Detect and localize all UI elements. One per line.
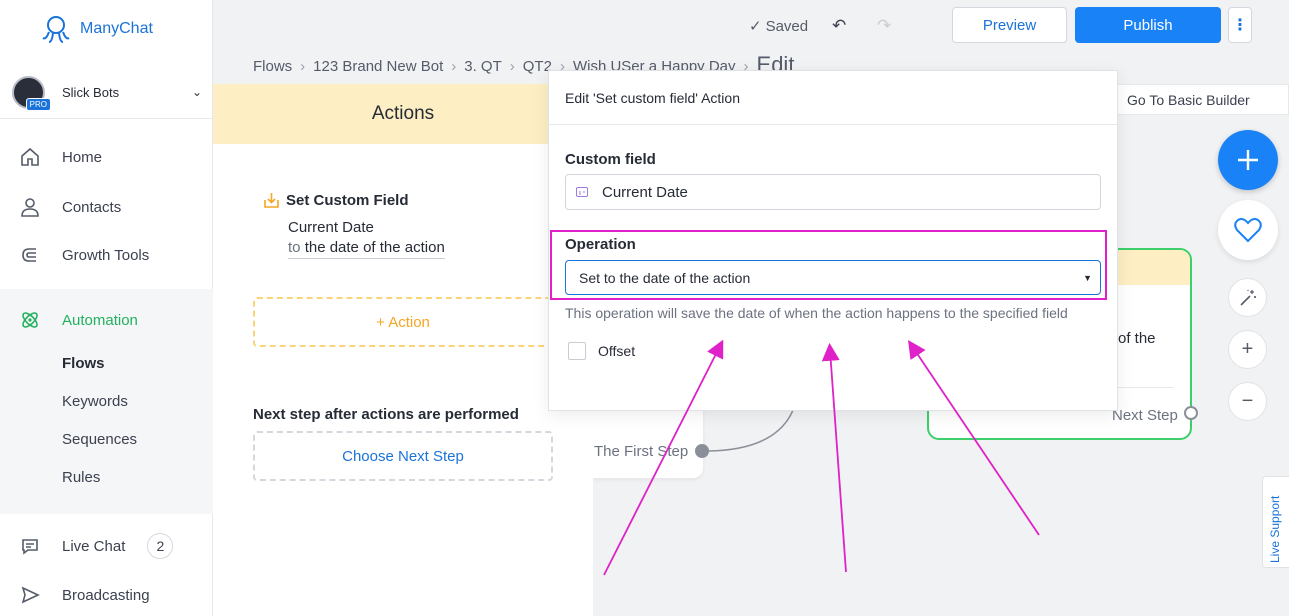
add-action-button[interactable]: + Action (253, 297, 553, 347)
next-step-label: Next Step (1112, 407, 1178, 424)
actions-panel-title: Actions (213, 84, 593, 144)
operation-help-text: This operation will save the date of whe… (565, 305, 1068, 321)
plus-icon: + (1241, 338, 1254, 360)
plus-icon (1238, 150, 1258, 170)
next-step-connector[interactable] (1184, 406, 1198, 420)
download-icon (264, 193, 279, 208)
live-support-tab[interactable]: Live Support (1262, 476, 1289, 568)
offset-option[interactable]: Offset (568, 342, 635, 360)
minus-icon: − (1241, 390, 1254, 412)
zoom-out-button[interactable]: − (1228, 382, 1267, 421)
favorite-button[interactable] (1218, 200, 1278, 260)
offset-checkbox[interactable] (568, 342, 586, 360)
action-to-label: to (288, 239, 301, 256)
popover-title: Edit 'Set custom field' Action (549, 71, 1117, 125)
action-value: to the date of the action (288, 239, 445, 259)
offset-label: Offset (598, 343, 636, 359)
zoom-in-button[interactable]: + (1228, 330, 1267, 369)
add-node-button[interactable] (1218, 130, 1278, 190)
choose-next-step-button[interactable]: Choose Next Step (253, 431, 553, 481)
action-title: Set Custom Field (263, 192, 445, 209)
calendar-field-icon (576, 187, 588, 197)
custom-field-value: Current Date (602, 183, 688, 201)
connector-dot[interactable] (695, 444, 709, 458)
custom-field-input[interactable]: Current Date (565, 174, 1101, 210)
set-custom-field-action[interactable]: Set Custom Field Current Date to the dat… (263, 192, 445, 259)
action-field: Current Date (288, 219, 374, 236)
live-support-label: Live Support (1268, 495, 1282, 563)
next-step-heading: Next step after actions are performed (253, 406, 519, 423)
custom-field-label: Custom field (565, 151, 656, 168)
magic-wand-icon (1239, 289, 1256, 306)
action-value-text: the date of the action (304, 239, 445, 256)
highlight-box (550, 230, 1107, 300)
heart-icon (1234, 218, 1262, 243)
first-step-label: The First Step (594, 443, 689, 460)
action-title-text: Set Custom Field (286, 192, 409, 209)
magic-wand-button[interactable] (1228, 278, 1267, 317)
actions-panel: Actions Set Custom Field Current Date to… (213, 84, 593, 616)
node-text: of the (1118, 330, 1156, 347)
first-step-node[interactable] (593, 405, 703, 478)
